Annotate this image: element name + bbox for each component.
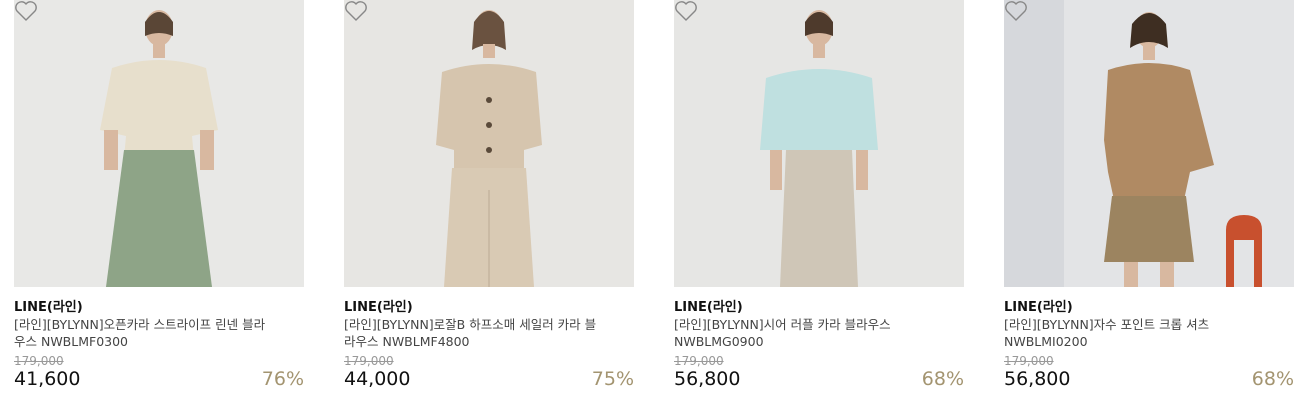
sale-price: 56,800	[674, 368, 741, 390]
product-name[interactable]: [라인][BYLYNN]자수 포인트 크롭 셔츠 NWBLMI0200	[1004, 316, 1264, 350]
product-card[interactable]: LINE(라인) [라인][BYLYNN]시어 러플 카라 블라우스 NWBLM…	[674, 0, 964, 405]
sale-price: 41,600	[14, 368, 81, 390]
discount-rate: 68%	[1251, 368, 1294, 390]
brand-name[interactable]: LINE(라인)	[344, 296, 413, 315]
product-image[interactable]	[1004, 0, 1294, 287]
product-card[interactable]: LINE(라인) [라인][BYLYNN]로잘B 하프소매 세일러 카라 블라우…	[344, 0, 634, 405]
button-decoration	[486, 122, 492, 128]
wall-panel	[1004, 0, 1064, 287]
product-image[interactable]	[674, 0, 964, 287]
brand-name[interactable]: LINE(라인)	[674, 296, 743, 315]
discount-rate: 76%	[261, 368, 304, 390]
model-arm	[200, 130, 214, 170]
button-decoration	[486, 97, 492, 103]
product-card[interactable]: LINE(라인) [라인][BYLYNN]오픈카라 스트라이프 린넨 블라우스 …	[14, 0, 304, 405]
heart-outline-icon[interactable]	[674, 0, 698, 22]
product-grid: LINE(라인) [라인][BYLYNN]오픈카라 스트라이프 린넨 블라우스 …	[0, 0, 1298, 405]
heart-outline-icon[interactable]	[1004, 0, 1028, 22]
model-bottom	[780, 150, 858, 287]
original-price: 179,000	[1004, 354, 1054, 368]
heart-outline-icon[interactable]	[344, 0, 368, 22]
original-price: 179,000	[344, 354, 394, 368]
sale-price: 56,800	[1004, 368, 1071, 390]
model-leg	[1160, 262, 1174, 287]
model-neck	[483, 44, 495, 58]
product-image[interactable]	[14, 0, 304, 287]
product-name[interactable]: [라인][BYLYNN]로잘B 하프소매 세일러 카라 블라우스 NWBLMF4…	[344, 316, 604, 350]
model-neck	[1143, 46, 1155, 60]
model-arm	[770, 150, 782, 190]
model-arm	[856, 150, 868, 190]
model-neck	[813, 44, 825, 58]
model-top	[760, 69, 878, 150]
product-name[interactable]: [라인][BYLYNN]시어 러플 카라 블라우스 NWBLMG0900	[674, 316, 934, 350]
sale-price: 44,000	[344, 368, 411, 390]
button-decoration	[486, 147, 492, 153]
product-card[interactable]: LINE(라인) [라인][BYLYNN]자수 포인트 크롭 셔츠 NWBLMI…	[1004, 0, 1294, 405]
brand-name[interactable]: LINE(라인)	[14, 296, 83, 315]
product-name[interactable]: [라인][BYLYNN]오픈카라 스트라이프 린넨 블라우스 NWBLMF030…	[14, 316, 274, 350]
model-neck	[153, 44, 165, 58]
model-leg	[1124, 262, 1138, 287]
heart-outline-icon[interactable]	[14, 0, 38, 22]
original-price: 179,000	[674, 354, 724, 368]
discount-rate: 75%	[591, 368, 634, 390]
brand-name[interactable]: LINE(라인)	[1004, 296, 1073, 315]
discount-rate: 68%	[921, 368, 964, 390]
model-arm	[104, 130, 118, 170]
product-image[interactable]	[344, 0, 634, 287]
model-bottom	[1104, 196, 1194, 262]
model-bottom	[106, 150, 212, 287]
original-price: 179,000	[14, 354, 64, 368]
